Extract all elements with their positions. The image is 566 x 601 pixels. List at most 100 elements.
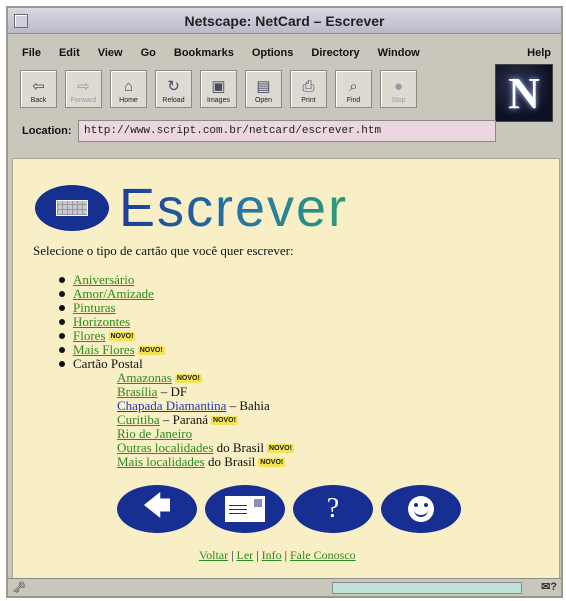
back-button[interactable]: ⇦ Back bbox=[20, 70, 57, 108]
list-item: Mais localidades do Brasil NOVO! bbox=[117, 455, 294, 469]
list-item: Outras localidades do Brasil NOVO! bbox=[117, 441, 294, 455]
footer-separator: | bbox=[228, 548, 237, 562]
open-button[interactable]: ▤ Open bbox=[245, 70, 282, 108]
mail-icon[interactable]: ✉? bbox=[541, 580, 557, 593]
escrever-logo: Escrever bbox=[35, 177, 348, 239]
postcard-suffix: – Paraná bbox=[159, 412, 208, 427]
left-arrow-icon: 🡄 bbox=[142, 490, 172, 521]
reload-button[interactable]: ↻ Reload bbox=[155, 70, 192, 108]
category-list: Aniversário Amor/Amizade Pinturas Horizonte… bbox=[59, 273, 165, 371]
forward-button[interactable]: ⇨ Forward bbox=[65, 70, 102, 108]
stop-button[interactable]: ● Stop bbox=[380, 70, 417, 108]
footer-separator: | bbox=[281, 548, 290, 562]
find-button[interactable]: ⌕ Find bbox=[335, 70, 372, 108]
footer-link[interactable]: Info bbox=[262, 548, 282, 562]
browser-window: Netscape: NetCard – Escrever File Edit Vie… bbox=[6, 6, 563, 598]
list-item: Aniversário bbox=[59, 273, 165, 287]
images-button[interactable]: ▣ Images bbox=[200, 70, 237, 108]
category-link[interactable]: Horizontes bbox=[73, 315, 130, 329]
postcard-link[interactable]: Outras localidades bbox=[117, 441, 213, 455]
smiley-icon bbox=[408, 496, 434, 522]
help-button[interactable]: ? bbox=[293, 485, 373, 533]
back-icon: ⇦ bbox=[32, 78, 45, 95]
new-badge: NOVO! bbox=[266, 443, 294, 453]
toolbar-area: ⇦ Back ⇨ Forward ⌂ Home ↻ Reload ▣ Images ▤ Open ⎙ Pr… bbox=[8, 64, 561, 156]
navigation-toolbar: ⇦ Back ⇨ Forward ⌂ Home ↻ Reload ▣ Images ▤ Open ⎙ Pr… bbox=[20, 70, 425, 108]
menu-edit[interactable]: Edit bbox=[59, 47, 80, 59]
forward-icon: ⇨ bbox=[77, 78, 90, 95]
nav-buttons: 🡄 ? bbox=[117, 485, 469, 533]
list-item: Mais Flores NOVO! bbox=[59, 343, 165, 357]
images-icon: ▣ bbox=[211, 78, 226, 95]
stop-label: Stop bbox=[391, 97, 406, 104]
postcard-button[interactable] bbox=[205, 485, 285, 533]
title-bar: Netscape: NetCard – Escrever bbox=[8, 8, 561, 34]
open-icon: ▤ bbox=[256, 78, 271, 95]
postcard-link[interactable]: Mais localidades bbox=[117, 455, 205, 469]
print-button[interactable]: ⎙ Print bbox=[290, 70, 327, 108]
category-link[interactable]: Flores bbox=[73, 329, 106, 343]
bullet-icon bbox=[59, 291, 65, 297]
home-icon: ⌂ bbox=[123, 78, 134, 95]
category-link[interactable]: Amor/Amizade bbox=[73, 287, 154, 301]
keyboard-icon bbox=[35, 185, 109, 231]
category-label: Cartão Postal bbox=[73, 356, 143, 371]
list-item: Flores NOVO! bbox=[59, 329, 165, 343]
footer-link[interactable]: Fale Conosco bbox=[290, 548, 356, 562]
menu-options[interactable]: Options bbox=[252, 47, 294, 59]
category-link[interactable]: Pinturas bbox=[73, 301, 116, 315]
list-item: Chapada Diamantina – Bahia bbox=[117, 399, 294, 413]
postcard-link[interactable]: Amazonas bbox=[117, 371, 172, 385]
reload-icon: ↻ bbox=[167, 78, 180, 95]
menu-view[interactable]: View bbox=[98, 47, 123, 59]
menu-directory[interactable]: Directory bbox=[311, 47, 359, 59]
reload-label: Reload bbox=[162, 97, 185, 104]
page-content: Escrever Selecione o tipo de cartão que … bbox=[12, 158, 560, 580]
postcard-link[interactable]: Brasília bbox=[117, 385, 157, 399]
bullet-icon bbox=[59, 277, 65, 283]
bullet-icon bbox=[59, 333, 65, 339]
progress-field bbox=[332, 582, 522, 594]
contact-button[interactable] bbox=[381, 485, 461, 533]
list-item: Amazonas NOVO! bbox=[117, 371, 294, 385]
page-heading: Escrever bbox=[119, 178, 349, 238]
netscape-logo[interactable]: N bbox=[495, 64, 553, 122]
bullet-icon bbox=[59, 305, 65, 311]
category-link[interactable]: Mais Flores bbox=[73, 343, 135, 357]
postcard-link[interactable]: Rio de Janeiro bbox=[117, 427, 192, 441]
list-item: Curitiba – Paraná NOVO! bbox=[117, 413, 294, 427]
find-icon: ⌕ bbox=[349, 78, 358, 95]
category-link[interactable]: Aniversário bbox=[73, 273, 134, 287]
list-item: Horizontes bbox=[59, 315, 165, 329]
bullet-icon bbox=[59, 319, 65, 325]
print-label: Print bbox=[301, 97, 316, 104]
back-arrow-button[interactable]: 🡄 bbox=[117, 485, 197, 533]
footer-link[interactable]: Ler bbox=[237, 548, 254, 562]
menu-bookmarks[interactable]: Bookmarks bbox=[174, 47, 234, 59]
find-label: Find bbox=[346, 97, 361, 104]
postcard-icon bbox=[225, 496, 265, 522]
postcard-suffix: – DF bbox=[157, 384, 188, 399]
window-title: Netscape: NetCard – Escrever bbox=[184, 12, 385, 29]
forward-label: Forward bbox=[70, 97, 97, 104]
postcard-link[interactable]: Chapada Diamantina bbox=[117, 399, 226, 413]
images-label: Images bbox=[207, 97, 230, 104]
bullet-icon bbox=[59, 361, 65, 367]
intro-text: Selecione o tipo de cartão que você quer… bbox=[33, 243, 294, 258]
postcard-suffix: do Brasil bbox=[213, 440, 264, 455]
menu-file[interactable]: File bbox=[22, 47, 41, 59]
status-bar: 🗝 ✉? bbox=[8, 578, 561, 596]
menu-window[interactable]: Window bbox=[378, 47, 420, 59]
location-bar: Location: http://www.script.com.br/netca… bbox=[22, 120, 496, 142]
menu-help[interactable]: Help bbox=[527, 47, 551, 59]
menu-go[interactable]: Go bbox=[141, 47, 156, 59]
home-label: Home bbox=[119, 97, 138, 104]
footer-separator: | bbox=[253, 548, 262, 562]
postcard-link[interactable]: Curitiba bbox=[117, 413, 160, 427]
home-button[interactable]: ⌂ Home bbox=[110, 70, 147, 108]
menu-bar: File Edit View Go Bookmarks Options Directory W… bbox=[8, 42, 561, 64]
stop-icon: ● bbox=[393, 78, 404, 95]
footer-link[interactable]: Voltar bbox=[199, 548, 228, 562]
back-label: Back bbox=[30, 97, 47, 104]
location-input[interactable]: http://www.script.com.br/netcard/escreve… bbox=[78, 120, 496, 142]
